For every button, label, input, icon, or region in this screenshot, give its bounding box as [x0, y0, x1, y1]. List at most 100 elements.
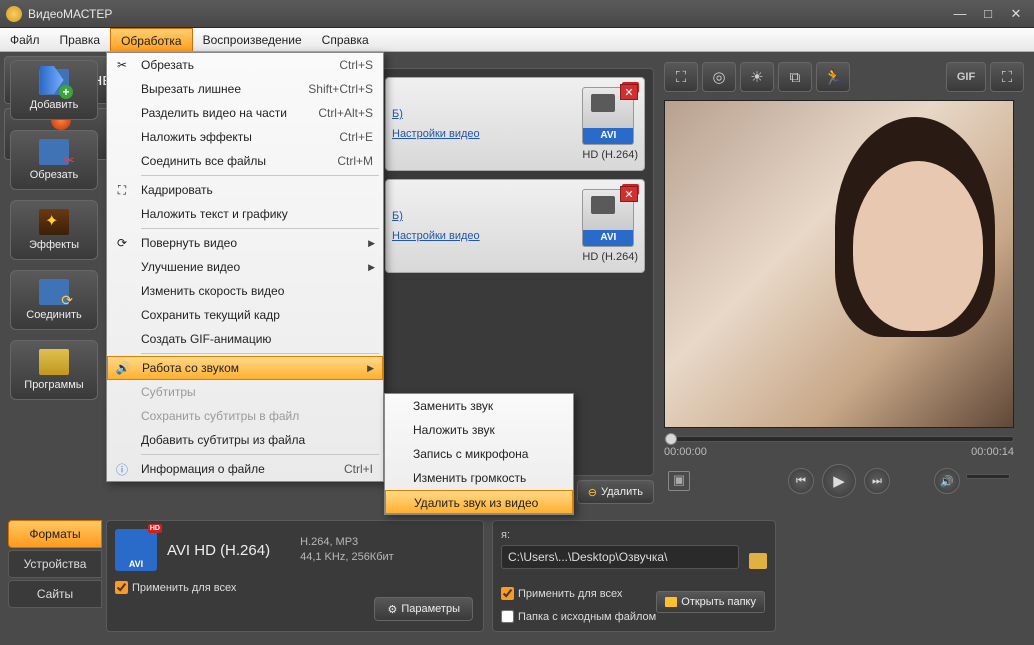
snapshot-icon[interactable]: ▣ — [668, 471, 690, 491]
menu-item-label: Наложить текст и графику — [137, 207, 383, 221]
menu-item-label: Информация о файле — [137, 462, 344, 476]
close-button[interactable]: ✕ — [1004, 5, 1028, 23]
menu-file[interactable]: Файл — [0, 28, 50, 51]
file-item[interactable]: Б) Настройки видео AVI HD (H.264) ✕ — [385, 77, 645, 171]
file-settings-link[interactable]: Настройки видео — [392, 128, 480, 140]
menu-item[interactable]: ⛶Кадрировать — [107, 178, 383, 202]
menu-edit[interactable]: Правка — [50, 28, 111, 51]
menu-item-label: Сохранить текущий кадр — [137, 308, 383, 322]
submenu-item[interactable]: Изменить громкость — [385, 466, 573, 490]
menu-bar: Файл Правка Обработка Воспроизведение Сп… — [0, 28, 1034, 52]
menu-processing[interactable]: Обработка — [110, 28, 193, 51]
speed-tool-icon[interactable]: ⧉ — [778, 62, 812, 92]
player-controls: ▣ ⏮ ▶ ⏭ 🔊 — [664, 464, 1014, 498]
next-button[interactable]: ⏭ — [864, 468, 890, 494]
open-folder-button[interactable]: Открыть папку — [656, 591, 765, 613]
parameters-button[interactable]: ⚙Параметры — [374, 597, 473, 621]
menu-item[interactable]: 🔊Работа со звуком▶ — [107, 356, 383, 380]
sound-icon: 🔊 — [108, 361, 138, 375]
menu-help[interactable]: Справка — [312, 28, 379, 51]
brightness-tool-icon[interactable]: ☀ — [740, 62, 774, 92]
shortcut-label: Ctrl+I — [344, 462, 383, 476]
file-item[interactable]: Б) Настройки видео AVI HD (H.264) ✕ — [385, 179, 645, 273]
format-spec: 44,1 KHz, 256Кбит — [300, 550, 394, 565]
submenu-arrow-icon: ▶ — [368, 238, 383, 249]
output-path-field[interactable]: C:\Users\...\Desktop\Озвучка\ — [501, 545, 739, 569]
menu-item[interactable]: Вырезать лишнееShift+Ctrl+S — [107, 77, 383, 101]
volume-icon[interactable]: 🔊 — [934, 468, 960, 494]
volume-slider[interactable] — [966, 474, 1010, 479]
menu-item[interactable]: Изменить скорость видео — [107, 279, 383, 303]
file-size-link[interactable]: Б) — [392, 108, 480, 120]
apply-all-checkbox[interactable]: Применить для всех — [115, 581, 475, 594]
sidebar-programs-button[interactable]: Программы — [10, 340, 98, 400]
menu-item[interactable]: Создать GIF-анимацию — [107, 327, 383, 351]
menu-item[interactable]: Наложить текст и графику — [107, 202, 383, 226]
crop-tool-icon[interactable]: ⛶ — [664, 62, 698, 92]
menu-item: Сохранить субтитры в файл — [107, 404, 383, 428]
file-settings-link[interactable]: Настройки видео — [392, 230, 480, 242]
gif-button[interactable]: GIF — [946, 62, 986, 92]
browse-folder-icon[interactable] — [749, 553, 767, 569]
format-name: AVI HD (H.264) — [167, 542, 270, 559]
crop-icon: ⛶ — [107, 183, 137, 198]
programs-icon — [39, 349, 69, 375]
menu-item: Субтитры — [107, 380, 383, 404]
folder-icon — [665, 597, 677, 607]
menu-item-label: Повернуть видео — [137, 236, 368, 250]
delete-button[interactable]: ⊖Удалить — [577, 480, 654, 504]
submenu-item[interactable]: Наложить звук — [385, 418, 573, 442]
enhance-tool-icon[interactable]: ◎ — [702, 62, 736, 92]
menu-item[interactable]: Добавить субтитры из файла — [107, 428, 383, 452]
destination-panel: я: C:\Users\...\Desktop\Озвучка\ Примени… — [492, 520, 776, 632]
sidebar-trim-button[interactable]: Обрезать — [10, 130, 98, 190]
menu-item-label: Субтитры — [137, 385, 383, 399]
menu-item[interactable]: Соединить все файлыCtrl+M — [107, 149, 383, 173]
shortcut-label: Ctrl+E — [339, 130, 383, 144]
menu-item[interactable]: ⟳Повернуть видео▶ — [107, 231, 383, 255]
duration: 00:00:14 — [971, 446, 1014, 458]
play-button[interactable]: ▶ — [822, 464, 856, 498]
wand-icon — [39, 209, 69, 235]
bottom-tabs: Форматы Устройства Сайты — [8, 520, 102, 610]
submenu-item[interactable]: Удалить звук из видео — [385, 490, 573, 514]
file-size-link[interactable]: Б) — [392, 210, 480, 222]
maximize-button[interactable]: □ — [976, 5, 1000, 23]
menu-playback[interactable]: Воспроизведение — [193, 28, 312, 51]
menu-item[interactable]: ⓘИнформация о файлеCtrl+I — [107, 457, 383, 481]
menu-item-label: Работа со звуком — [138, 361, 367, 375]
left-sidebar: Добавить Обрезать Эффекты Соединить Прог… — [10, 60, 98, 400]
video-preview[interactable] — [664, 100, 1014, 428]
shortcut-label: Shift+Ctrl+S — [308, 82, 383, 96]
film-join-icon — [39, 279, 69, 305]
remove-file-button[interactable]: ✕ — [620, 84, 638, 100]
submenu-item[interactable]: Запись с микрофона — [385, 442, 573, 466]
submenu-item[interactable]: Заменить звук — [385, 394, 573, 418]
menu-item-label: Изменить скорость видео — [137, 284, 383, 298]
sidebar-effects-button[interactable]: Эффекты — [10, 200, 98, 260]
menu-item[interactable]: ✂ОбрезатьCtrl+S — [107, 53, 383, 77]
codec-label: HD (H.264) — [582, 149, 638, 161]
menu-item-label: Добавить субтитры из файла — [137, 433, 383, 447]
seek-handle-icon[interactable] — [665, 433, 677, 445]
rotate-icon: ⟳ — [107, 236, 137, 250]
sidebar-join-button[interactable]: Соединить — [10, 270, 98, 330]
menu-item[interactable]: Разделить видео на частиCtrl+Alt+S — [107, 101, 383, 125]
prev-button[interactable]: ⏮ — [788, 468, 814, 494]
menu-item[interactable]: Улучшение видео▶ — [107, 255, 383, 279]
format-panel: AVI AVI HD (H.264) H.264, MP3 44,1 KHz, … — [106, 520, 484, 632]
shortcut-label: Ctrl+S — [339, 58, 383, 72]
processing-dropdown: ✂ОбрезатьCtrl+SВырезать лишнееShift+Ctrl… — [106, 52, 384, 482]
seek-bar[interactable] — [664, 436, 1014, 442]
tab-sites[interactable]: Сайты — [8, 580, 102, 608]
motion-tool-icon[interactable]: 🏃 — [816, 62, 850, 92]
tab-formats[interactable]: Форматы — [8, 520, 102, 548]
cut-icon: ✂ — [107, 58, 137, 72]
menu-item[interactable]: Наложить эффектыCtrl+E — [107, 125, 383, 149]
minimize-button[interactable]: — — [948, 5, 972, 23]
menu-item[interactable]: Сохранить текущий кадр — [107, 303, 383, 327]
remove-file-button[interactable]: ✕ — [620, 186, 638, 202]
tab-devices[interactable]: Устройства — [8, 550, 102, 578]
fullscreen-icon[interactable]: ⛶ — [990, 62, 1024, 92]
menu-item-label: Соединить все файлы — [137, 154, 337, 168]
